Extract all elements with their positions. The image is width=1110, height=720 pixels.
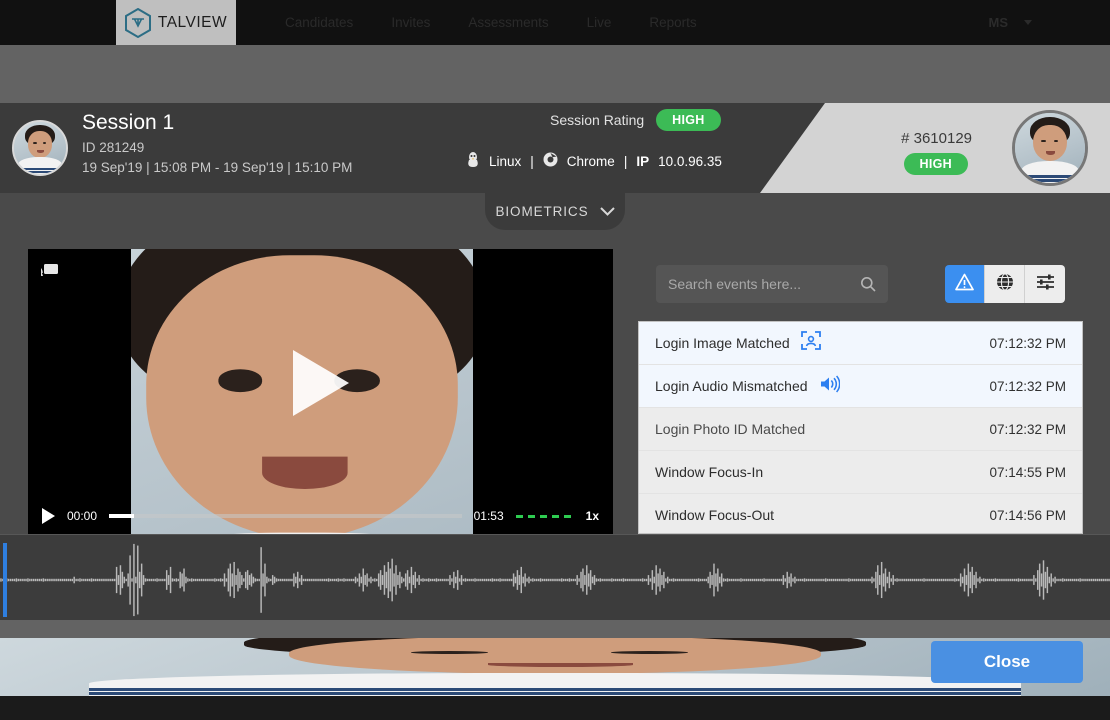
- environment-info: Linux | Chrome | IP 10.0.96.35: [466, 151, 722, 171]
- os-name: Linux: [489, 154, 521, 169]
- event-time: 07:12:32 PM: [989, 379, 1066, 394]
- sliders-icon: [1036, 273, 1055, 295]
- avatar: [46, 634, 98, 686]
- waveform-playhead[interactable]: [3, 543, 7, 617]
- session-modal: Session 1 ID 281249 19 Sep'19 | 15:08 PM…: [0, 103, 1110, 696]
- search-input[interactable]: [668, 276, 853, 292]
- talview-hexagon-logo: [125, 8, 151, 38]
- linux-penguin-icon: [466, 151, 480, 171]
- table-row[interactable]: Login Image Matched 07:12:32 PM: [639, 322, 1082, 365]
- nav-link-candidates[interactable]: Candidates: [285, 15, 353, 30]
- settings-filter-button[interactable]: [1025, 265, 1065, 303]
- audio-waveform[interactable]: [0, 534, 1110, 624]
- biometrics-tab[interactable]: BIOMETRICS: [485, 193, 625, 230]
- session-rating-label: Session Rating: [550, 112, 644, 128]
- event-time: 07:12:32 PM: [989, 422, 1066, 437]
- events-panel: Login Image Matched 07:12:32 PM: [638, 249, 1083, 534]
- table-row[interactable]: Login Audio Mismatched 07:12:32 PM: [639, 365, 1082, 408]
- env-separator-2: |: [624, 154, 628, 169]
- globe-icon: [996, 273, 1014, 296]
- ip-value: 10.0.96.35: [658, 154, 722, 169]
- face-scan-icon: [801, 331, 821, 355]
- video-total-time: 01:53: [474, 509, 504, 523]
- speaker-icon: [819, 375, 840, 398]
- screencast-icon[interactable]: [41, 263, 59, 277]
- filter-button-group: [945, 265, 1065, 303]
- play-triangle-icon[interactable]: [42, 508, 55, 524]
- user-initials: MS: [989, 15, 1009, 30]
- session-id: ID 281249: [82, 140, 144, 155]
- biometrics-tab-label: BIOMETRICS: [495, 204, 588, 219]
- events-list[interactable]: Login Image Matched 07:12:32 PM: [638, 321, 1083, 534]
- session-header: Session 1 ID 281249 19 Sep'19 | 15:08 PM…: [0, 103, 1110, 193]
- event-name: Login Audio Mismatched: [655, 378, 808, 394]
- session-ref-rating-badge: HIGH: [904, 153, 968, 175]
- chevron-down-icon: [600, 203, 615, 221]
- network-filter-button[interactable]: [985, 265, 1025, 303]
- session-ref-rating-wrap: HIGH: [904, 155, 968, 173]
- nav-link-live[interactable]: Live: [587, 15, 612, 30]
- event-name: Login Photo ID Matched: [655, 421, 805, 437]
- brand-name: TALVIEW: [158, 14, 227, 32]
- env-separator-1: |: [530, 154, 534, 169]
- browser-name: Chrome: [567, 154, 615, 169]
- video-current-time: 00:00: [67, 509, 97, 523]
- chrome-icon: [543, 152, 558, 170]
- alerts-filter-button[interactable]: [945, 265, 985, 303]
- close-button[interactable]: Close: [931, 641, 1083, 683]
- video-controls: 00:00 01:53 1x: [28, 498, 613, 534]
- candidate-avatar-large: [1012, 110, 1088, 186]
- session-title: Session 1: [82, 111, 174, 135]
- session-ref-number: # 3610129: [901, 130, 972, 147]
- ip-label: IP: [636, 154, 649, 169]
- green-dashed-indicator: [516, 515, 574, 518]
- table-row[interactable]: Login Photo ID Matched 07:12:32 PM: [639, 408, 1082, 451]
- event-time: 07:12:32 PM: [989, 336, 1066, 351]
- video-player[interactable]: 00:00 01:53 1x: [28, 249, 613, 534]
- top-navbar: TALVIEW Candidates Invites Assessments L…: [0, 0, 1110, 45]
- table-row[interactable]: Window Focus-Out 07:14:56 PM: [639, 494, 1082, 534]
- video-speed-button[interactable]: 1x: [586, 509, 599, 523]
- table-row[interactable]: Window Focus-In 07:14:55 PM: [639, 451, 1082, 494]
- event-time: 07:14:56 PM: [989, 508, 1066, 523]
- play-button-large[interactable]: [293, 350, 349, 416]
- session-rating-group: Session Rating HIGH: [550, 109, 721, 131]
- brand-logo[interactable]: TALVIEW: [116, 0, 236, 45]
- user-menu[interactable]: MS: [989, 0, 1033, 45]
- session-rating-badge: HIGH: [656, 109, 720, 131]
- page-dim-overlay-top: [0, 45, 1110, 103]
- event-name: Window Focus-Out: [655, 507, 774, 523]
- search-icon: [860, 276, 876, 292]
- session-avatar: [12, 120, 68, 176]
- events-toolbar: [638, 249, 1083, 321]
- search-box[interactable]: [656, 265, 888, 303]
- nav-link-assessments[interactable]: Assessments: [468, 15, 548, 30]
- session-time-range: 19 Sep'19 | 15:08 PM - 19 Sep'19 | 15:10…: [82, 160, 352, 175]
- event-name: Login Image Matched: [655, 335, 790, 351]
- nav-links: Candidates Invites Assessments Live Repo…: [285, 0, 697, 45]
- video-progress-fill: [109, 514, 134, 518]
- nav-link-reports[interactable]: Reports: [649, 15, 696, 30]
- event-name: Window Focus-In: [655, 464, 763, 480]
- video-progress-bar[interactable]: [109, 514, 462, 518]
- page-dim-overlay-bottom: [0, 620, 1110, 638]
- chevron-down-icon: [1024, 20, 1032, 25]
- nav-link-invites[interactable]: Invites: [391, 15, 430, 30]
- app-root: TALVIEW Candidates Invites Assessments L…: [0, 0, 1110, 720]
- event-time: 07:14:55 PM: [989, 465, 1066, 480]
- warning-triangle-icon: [955, 273, 974, 296]
